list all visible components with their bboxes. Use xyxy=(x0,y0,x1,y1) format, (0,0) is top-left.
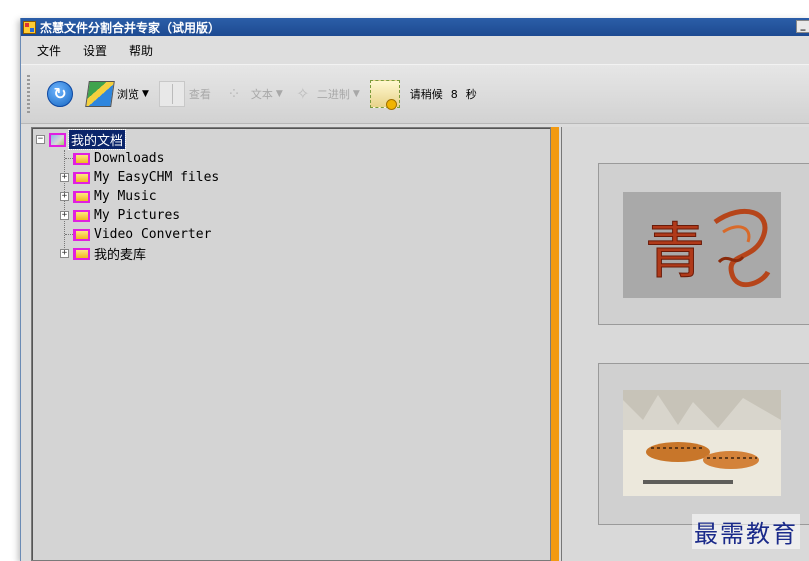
tree-item-my-pictures[interactable]: + My Pictures xyxy=(32,206,550,225)
folder-icon xyxy=(73,152,90,165)
folder-icon xyxy=(73,209,90,222)
menu-help[interactable]: 帮助 xyxy=(125,40,157,61)
binary-label: 二进制 xyxy=(316,88,350,101)
view-button[interactable]: 查看 xyxy=(158,81,211,107)
book-icon xyxy=(158,81,185,107)
tree-item-video-converter[interactable]: Video Converter xyxy=(32,225,550,244)
tree-item-my-music[interactable]: + My Music xyxy=(32,187,550,206)
watermark-text: 最需教育 xyxy=(692,514,800,549)
toolbar: ↻ 浏览 ▼ 查看 ⁘ 文本 ▼ ✧ 二进制 ▼ 请稍候 8 秒 xyxy=(21,64,809,124)
tigers-painting-image xyxy=(623,390,781,496)
app-window: 杰慧文件分割合并专家（试用版） _ 文件 设置 帮助 ↻ 浏览 ▼ 查看 ⁘ 文… xyxy=(20,18,809,561)
folder-icon xyxy=(73,171,90,184)
binary-button[interactable]: ✧ 二进制 ▼ xyxy=(293,81,360,107)
preview-panel[interactable]: 青 最需教育 xyxy=(561,127,809,561)
refresh-button[interactable]: ↻ xyxy=(47,81,77,107)
tree-root[interactable]: − 我的文档 xyxy=(32,129,550,150)
menu-file[interactable]: 文件 xyxy=(33,40,65,61)
toolbar-grip[interactable] xyxy=(27,75,30,115)
chevron-down-icon: ▼ xyxy=(275,89,283,99)
text-mode-icon: ⁘ xyxy=(227,84,241,103)
tree-item-label: My Pictures xyxy=(94,208,181,223)
expand-icon[interactable]: + xyxy=(60,192,69,201)
folder-icon xyxy=(73,190,90,203)
expand-icon[interactable]: + xyxy=(60,249,69,258)
register-button[interactable]: 请稍候 8 秒 xyxy=(369,80,477,110)
text-button[interactable]: ⁘ 文本 ▼ xyxy=(221,81,283,107)
wait-label: 请稍候 xyxy=(409,88,443,101)
thumbnail-card[interactable] xyxy=(598,363,809,525)
seconds-unit: 秒 xyxy=(465,88,477,101)
tree-item-my-maiku[interactable]: + 我的麦库 xyxy=(32,244,550,263)
tree-item-label: My EasyCHM files xyxy=(94,170,220,185)
chevron-down-icon: ▼ xyxy=(142,89,149,99)
tree-item-label: My Music xyxy=(94,189,157,204)
view-label: 查看 xyxy=(188,88,211,101)
thumbnail-card[interactable]: 青 xyxy=(598,163,809,325)
tree-item-label: Downloads xyxy=(94,151,165,166)
main-content: − 我的文档 Downloads + My EasyCHM files + My… xyxy=(21,123,809,561)
browse-icon xyxy=(85,81,115,107)
menu-bar: 文件 设置 帮助 xyxy=(21,36,809,64)
menu-settings[interactable]: 设置 xyxy=(79,40,111,61)
expand-icon[interactable]: + xyxy=(60,173,69,182)
browse-label: 浏览 xyxy=(117,88,139,101)
text-label: 文本 xyxy=(250,88,273,101)
certificate-icon xyxy=(369,80,400,110)
tree-item-label: Video Converter xyxy=(94,227,212,242)
folder-tree-panel[interactable]: − 我的文档 Downloads + My EasyCHM files + My… xyxy=(31,127,551,561)
title-bar[interactable]: 杰慧文件分割合并专家（试用版） _ xyxy=(21,18,809,36)
svg-text:青: 青 xyxy=(645,217,705,287)
binary-mode-icon: ✧ xyxy=(296,84,310,103)
tree-item-label: 我的麦库 xyxy=(94,248,147,263)
collapse-icon[interactable]: − xyxy=(36,135,45,144)
tree-item-my-easychm-files[interactable]: + My EasyCHM files xyxy=(32,168,550,187)
chevron-down-icon: ▼ xyxy=(352,89,360,99)
calligraphy-dragon-image: 青 xyxy=(623,192,781,298)
expand-icon[interactable]: + xyxy=(60,211,69,220)
refresh-icon: ↻ xyxy=(47,81,73,107)
folder-icon xyxy=(73,247,90,260)
minimize-button[interactable]: _ xyxy=(796,20,809,33)
wait-seconds: 8 xyxy=(450,87,458,101)
folder-icon xyxy=(73,228,90,241)
documents-folder-icon xyxy=(49,132,66,147)
panel-splitter[interactable] xyxy=(551,127,559,561)
app-icon xyxy=(23,20,36,34)
browse-button[interactable]: 浏览 ▼ xyxy=(85,81,149,107)
window-title: 杰慧文件分割合并专家（试用版） xyxy=(40,20,221,35)
tree-item-downloads[interactable]: Downloads xyxy=(32,149,550,168)
folder-tree: − 我的文档 Downloads + My EasyCHM files + My… xyxy=(32,128,550,263)
tree-root-label: 我的文档 xyxy=(67,129,127,150)
